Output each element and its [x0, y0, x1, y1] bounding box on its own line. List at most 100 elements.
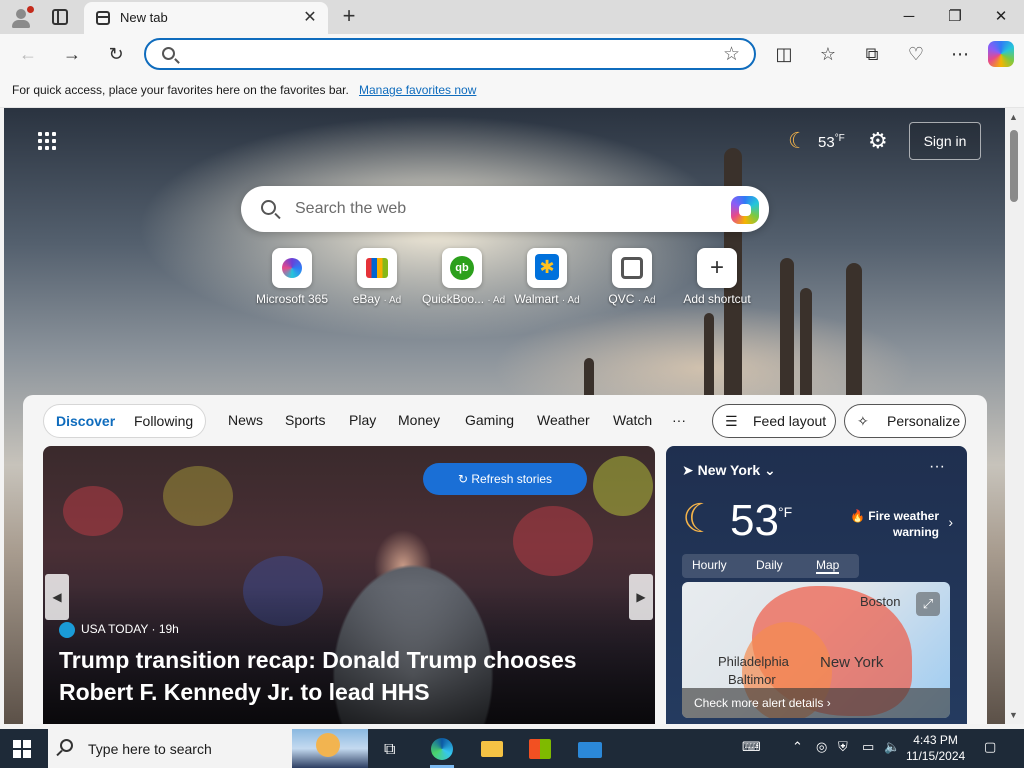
- usa-today-logo-icon: [59, 622, 75, 638]
- nav-watch[interactable]: Watch: [613, 412, 652, 428]
- fire-weather-alert[interactable]: 🔥 Fire weather warning: [850, 508, 939, 540]
- map-city-label: New York: [820, 654, 884, 671]
- story-headline[interactable]: Trump transition recap: Donald Trump cho…: [59, 644, 619, 708]
- close-tab-icon[interactable]: ✕: [300, 8, 320, 28]
- taskbar-search-box[interactable]: Type here to search: [48, 729, 368, 768]
- new-tab-button[interactable]: +: [338, 4, 360, 28]
- sparkle-icon: ✧: [857, 413, 869, 429]
- weather-alert-map[interactable]: Boston New York Philadelphia Baltimor ⤢ …: [682, 582, 950, 718]
- tab-actions-icon[interactable]: [52, 9, 68, 25]
- refresh-stories-button[interactable]: ↻ Refresh stories: [423, 463, 587, 495]
- security-icon[interactable]: ⛨: [838, 739, 848, 755]
- page-scrollbar[interactable]: ▲ ▼: [1005, 108, 1024, 724]
- scrollbar-thumb[interactable]: [1010, 130, 1018, 202]
- previous-story-button[interactable]: ◀: [45, 574, 69, 620]
- forward-button[interactable]: →: [58, 40, 86, 68]
- shortcut-add[interactable]: + Add shortcut: [677, 248, 757, 306]
- nav-news[interactable]: News: [228, 412, 263, 428]
- ad-badge: · Ad: [637, 295, 656, 306]
- check-alert-details-link[interactable]: Check more alert details ›: [682, 688, 950, 718]
- web-search-input[interactable]: [295, 197, 695, 221]
- tab-new-tab[interactable]: New tab ✕: [84, 2, 328, 34]
- personalize-button[interactable]: ✧ Personalize: [844, 404, 966, 438]
- more-menu-icon[interactable]: ⋯: [946, 40, 974, 68]
- shortcut-microsoft-365[interactable]: Microsoft 365: [252, 248, 332, 306]
- tab-hourly[interactable]: Hourly: [692, 558, 727, 572]
- story-source-name: USA TODAY: [81, 622, 149, 637]
- edge-taskbar-icon[interactable]: [420, 733, 464, 768]
- collections-icon[interactable]: ⧉: [858, 40, 886, 68]
- meet-now-icon[interactable]: ◎: [816, 739, 827, 755]
- split-screen-icon[interactable]: ◫: [770, 40, 798, 68]
- clock[interactable]: 4:43 PM 11/15/2024: [906, 732, 965, 764]
- address-bar[interactable]: ☆: [144, 38, 756, 70]
- favorites-bar: For quick access, place your favorites h…: [0, 74, 1024, 108]
- scroll-up-icon[interactable]: ▲: [1009, 112, 1018, 122]
- show-hidden-icons[interactable]: ⌃: [792, 739, 803, 755]
- weather-more-icon[interactable]: ···: [929, 458, 945, 476]
- shortcut-walmart[interactable]: ✱ Walmart · Ad: [507, 248, 587, 306]
- nav-more-icon[interactable]: ···: [672, 412, 686, 428]
- clock-date: 11/15/2024: [906, 749, 966, 763]
- qvc-icon: [621, 257, 643, 279]
- shortcut-qvc[interactable]: QVC · Ad: [592, 248, 672, 306]
- crowd-shape: [513, 506, 593, 576]
- browser-essentials-icon[interactable]: ♡: [902, 40, 930, 68]
- chevron-right-icon[interactable]: ›: [948, 514, 953, 530]
- microsoft-store-icon[interactable]: [518, 733, 562, 768]
- shortcut-ebay[interactable]: eBay · Ad: [337, 248, 417, 306]
- add-favorite-icon[interactable]: ☆: [723, 43, 740, 66]
- weather-unit: °F: [834, 133, 845, 144]
- scroll-down-icon[interactable]: ▼: [1009, 710, 1018, 720]
- title-bar: New tab ✕ + ─ ❐ ✕: [0, 0, 1024, 34]
- refresh-button[interactable]: ↻: [102, 40, 130, 68]
- web-search-box[interactable]: [241, 186, 769, 232]
- app-launcher-icon[interactable]: [38, 132, 58, 152]
- expand-map-icon[interactable]: ⤢: [916, 592, 940, 616]
- shortcut-quickbooks[interactable]: qb QuickBoo... · Ad: [422, 248, 505, 306]
- search-icon: [60, 739, 73, 752]
- tab-daily[interactable]: Daily: [756, 558, 783, 572]
- feed-layout-button[interactable]: ☰ Feed layout: [712, 404, 836, 438]
- shortcut-label: Add shortcut: [683, 292, 751, 306]
- tab-discover[interactable]: Discover: [56, 413, 115, 429]
- keyboard-icon[interactable]: ⌨: [742, 739, 761, 755]
- task-view-icon[interactable]: ⧉: [370, 733, 414, 768]
- sign-in-button[interactable]: Sign in: [909, 122, 981, 160]
- walmart-spark-icon: ✱: [535, 254, 559, 280]
- copilot-icon[interactable]: [988, 41, 1014, 67]
- ad-badge: · Ad: [561, 295, 580, 306]
- minimize-button[interactable]: ─: [886, 0, 932, 34]
- shortcut-label: eBay: [352, 292, 381, 306]
- tab-map[interactable]: Map: [816, 558, 840, 574]
- start-button[interactable]: [13, 740, 31, 758]
- shortcut-label: QVC: [608, 292, 635, 306]
- file-explorer-icon[interactable]: [470, 733, 514, 768]
- fire-icon: 🔥: [850, 509, 865, 523]
- new-tab-favicon-icon: [96, 11, 110, 25]
- top-story-card[interactable]: ↻ Refresh stories ◀ ▶ USA TODAY · 19h Tr…: [43, 446, 655, 724]
- nav-money[interactable]: Money: [398, 412, 440, 428]
- weather-temp: 53: [818, 134, 835, 151]
- notifications-icon[interactable]: ▢: [984, 739, 996, 755]
- nav-play[interactable]: Play: [349, 412, 376, 428]
- back-button[interactable]: ←: [14, 40, 42, 68]
- close-window-button[interactable]: ✕: [978, 0, 1024, 34]
- nav-gaming[interactable]: Gaming: [465, 412, 514, 428]
- volume-icon[interactable]: 🔈: [884, 739, 900, 755]
- restore-button[interactable]: ❐: [932, 0, 978, 34]
- mail-icon[interactable]: [568, 733, 612, 768]
- weather-location[interactable]: ➤ New York ⌄: [682, 462, 776, 479]
- copilot-icon[interactable]: [731, 196, 759, 224]
- settings-gear-icon[interactable]: ⚙: [868, 128, 888, 154]
- nav-sports[interactable]: Sports: [285, 412, 325, 428]
- search-icon: [162, 47, 175, 60]
- profile-icon[interactable]: [10, 6, 34, 29]
- tab-following[interactable]: Following: [134, 413, 193, 429]
- network-icon[interactable]: ▭: [862, 739, 874, 755]
- next-story-button[interactable]: ▶: [629, 574, 653, 620]
- manage-favorites-link[interactable]: Manage favorites now: [359, 83, 476, 97]
- nav-weather[interactable]: Weather: [537, 412, 590, 428]
- favorites-icon[interactable]: ☆: [814, 40, 842, 68]
- crowd-shape: [593, 456, 653, 516]
